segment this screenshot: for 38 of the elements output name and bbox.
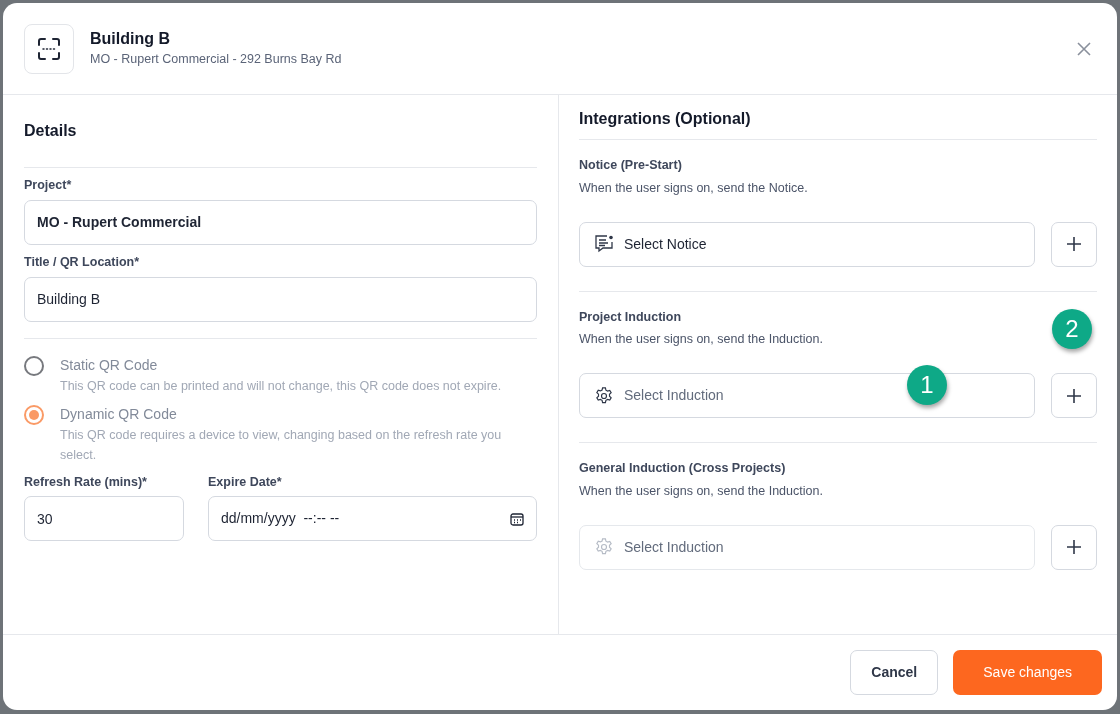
dialog-subtitle: MO - Rupert Commercial - 292 Burns Bay Rd: [90, 50, 342, 68]
gear-icon: [594, 385, 614, 406]
section-heading: Integrations (Optional): [579, 109, 752, 129]
number-callout: 2: [1052, 309, 1092, 349]
field-label: Title / QR Location*: [24, 253, 141, 271]
calendar-icon[interactable]: [510, 511, 524, 526]
dialog-title: Building B: [90, 28, 171, 49]
scan-frame-icon: [24, 23, 74, 74]
select-field[interactable]: Select Notice: [579, 221, 1035, 267]
section-title: General Induction (Cross Projects): [579, 460, 787, 477]
section-description: When the user signs on, send the Induction.: [579, 482, 824, 500]
section-description: When the user signs on, send the Induction.: [579, 331, 824, 349]
section-title: Notice (Pre-Start): [579, 157, 683, 174]
plus-icon[interactable]: [1066, 387, 1082, 404]
message-icon: [594, 235, 614, 253]
section-title: Project Induction: [579, 308, 683, 326]
plus-icon[interactable]: [1066, 539, 1082, 555]
add-button[interactable]: [1051, 221, 1097, 267]
close-icon[interactable]: [1076, 41, 1092, 58]
section-heading: Details: [24, 121, 78, 141]
gear-icon: [594, 537, 614, 557]
add-button[interactable]: [1051, 373, 1097, 418]
option-label: Static QR Code: [60, 355, 159, 375]
text-field[interactable]: Building B: [24, 276, 537, 322]
add-button[interactable]: [1051, 524, 1097, 570]
plus-icon[interactable]: [1066, 236, 1082, 252]
number-field[interactable]: 30: [24, 496, 184, 542]
cancel-button[interactable]: Cancel: [850, 650, 939, 695]
option-label: Dynamic QR Code: [60, 404, 178, 424]
number-callout: 1: [907, 365, 947, 405]
field-label: Expire Date*: [208, 473, 283, 491]
date-field[interactable]: dd/mm/yyyy --:-- --: [208, 496, 537, 542]
field-label: Project*: [24, 177, 73, 194]
field-label: Refresh Rate (mins)*: [24, 473, 148, 491]
text-field[interactable]: MO - Rupert Commercial: [24, 199, 537, 245]
option-description: This QR code can be printed and will not change, this QR code does not expire.: [60, 377, 502, 395]
option-description: This QR code requires a device to view, changing based on the refresh rate you select.: [60, 426, 503, 464]
section-description: When the user signs on, send the Notice.: [579, 179, 809, 197]
